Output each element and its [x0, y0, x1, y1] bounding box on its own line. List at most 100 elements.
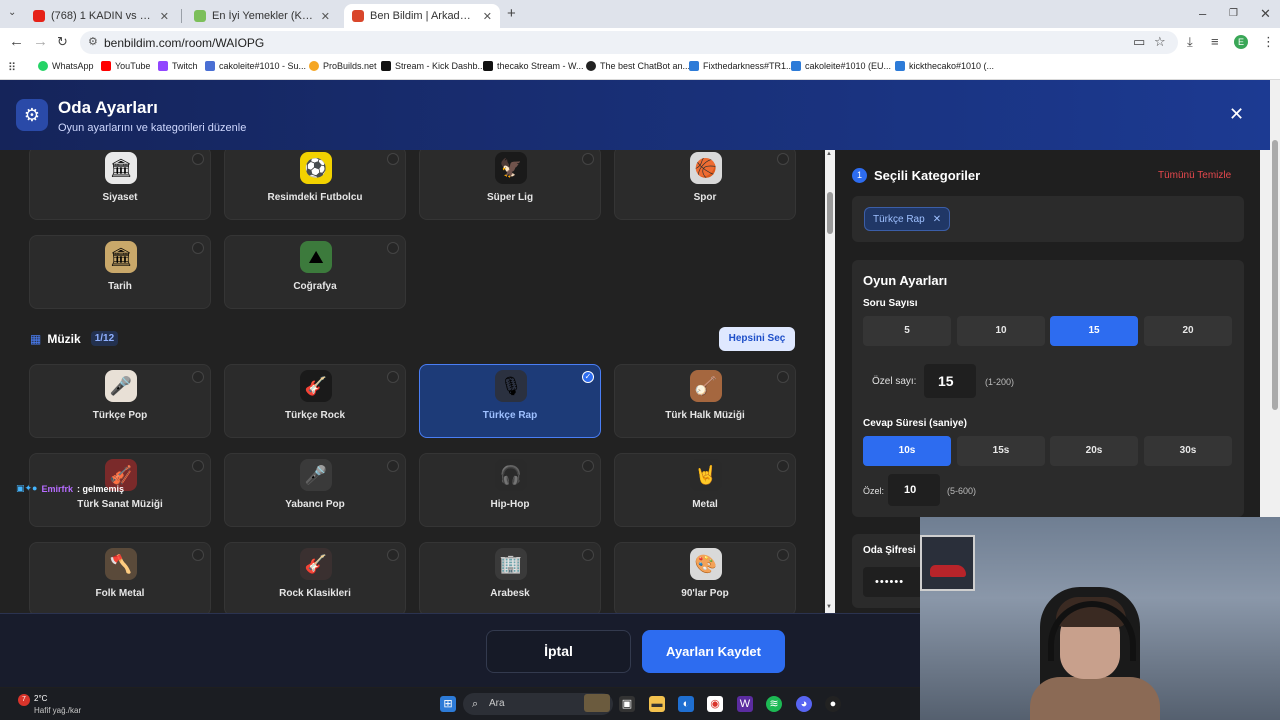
bookmark-kick-dashboard[interactable]: Stream - Kick Dashb...: [381, 61, 485, 71]
bookmark-chatbot[interactable]: The best ChatBot an...: [586, 61, 690, 71]
category-list-scrollbar[interactable]: ▲ ▼: [825, 150, 835, 613]
question-option-15[interactable]: 15: [1050, 316, 1138, 346]
menu-icon[interactable]: ⋮: [1262, 34, 1275, 50]
page-scrollbar[interactable]: [1270, 80, 1280, 520]
remove-chip-icon[interactable]: ✕: [933, 214, 941, 225]
select-radio[interactable]: [777, 460, 789, 472]
obs-icon[interactable]: ●: [825, 696, 841, 712]
forward-icon[interactable]: →: [33, 33, 48, 50]
category-card-folk-metal[interactable]: 🪓 Folk Metal: [29, 542, 211, 613]
select-radio[interactable]: [387, 242, 399, 254]
bookmark-cakoleite-eu[interactable]: cakoleite#1010 (EU...: [791, 61, 891, 71]
select-radio[interactable]: [387, 549, 399, 561]
bookmark-cakoleite[interactable]: cakoleite#1010 - Su...: [205, 61, 306, 71]
tab-search-icon[interactable]: ⌄: [8, 7, 16, 18]
time-option-30s[interactable]: 30s: [1144, 436, 1232, 466]
category-card-spor[interactable]: 🏀 Spor: [614, 150, 796, 220]
custom-time-input[interactable]: 10: [888, 474, 940, 506]
cancel-button[interactable]: İptal: [486, 630, 631, 673]
select-radio[interactable]: [192, 242, 204, 254]
back-icon[interactable]: ←: [9, 33, 24, 50]
cast-icon[interactable]: ▭: [1133, 34, 1145, 50]
select-radio[interactable]: [582, 549, 594, 561]
category-card-resimdeki-futbolcu[interactable]: ⚽ Resimdeki Futbolcu: [224, 150, 406, 220]
spotify-icon[interactable]: ≋: [766, 696, 782, 712]
reload-icon[interactable]: ↻: [57, 34, 68, 50]
select-radio[interactable]: [582, 153, 594, 165]
select-radio[interactable]: [192, 371, 204, 383]
search-highlight-icon[interactable]: [584, 694, 610, 712]
window-close-icon[interactable]: ✕: [1260, 6, 1271, 22]
chrome-icon[interactable]: ◉: [707, 696, 723, 712]
download-icon[interactable]: ⤓: [1187, 34, 1193, 50]
select-radio[interactable]: [582, 460, 594, 472]
new-tab-icon[interactable]: +: [507, 5, 516, 22]
select-radio[interactable]: [387, 460, 399, 472]
category-card-yabanci-pop[interactable]: 🎤 Yabancı Pop: [224, 453, 406, 527]
app-w-icon[interactable]: W: [737, 696, 753, 712]
close-tab-icon[interactable]: ✕: [160, 10, 169, 23]
select-radio[interactable]: [777, 153, 789, 165]
scrollbar-thumb[interactable]: [1272, 140, 1278, 410]
category-card-turkce-pop[interactable]: 🎤 Türkçe Pop: [29, 364, 211, 438]
bookmark-whatsapp[interactable]: WhatsApp: [38, 61, 94, 71]
windows-start-icon[interactable]: ⊞: [440, 696, 456, 712]
category-chip[interactable]: Türkçe Rap ✕: [864, 207, 951, 231]
settings-scrollbar[interactable]: [1260, 150, 1270, 520]
restore-icon[interactable]: ❐: [1229, 8, 1238, 19]
bookmark-fixthedarkness[interactable]: Fixthedarkness#TR1...: [689, 61, 794, 71]
edge-icon[interactable]: ◐: [678, 696, 694, 712]
select-radio[interactable]: [777, 371, 789, 383]
time-option-10s[interactable]: 10s: [863, 436, 951, 466]
address-bar[interactable]: ⚙ benbildim.com/room/WAIOPG: [80, 31, 1178, 54]
close-tab-icon[interactable]: ✕: [483, 10, 492, 23]
select-radio[interactable]: [777, 549, 789, 561]
scrollbar-thumb[interactable]: [827, 192, 833, 234]
file-explorer-icon[interactable]: ▬: [649, 696, 665, 712]
category-card-arabesk[interactable]: 🏢 Arabesk: [419, 542, 601, 613]
bookmark-youtube[interactable]: YouTube: [101, 61, 150, 71]
time-option-20s[interactable]: 20s: [1050, 436, 1138, 466]
bookmark-star-icon[interactable]: ☆: [1154, 34, 1166, 50]
category-card-metal[interactable]: 🤘 Metal: [614, 453, 796, 527]
category-card-90lar-pop[interactable]: 🎨 90'lar Pop: [614, 542, 796, 613]
discord-icon[interactable]: ◕: [796, 696, 812, 712]
site-info-icon[interactable]: ⚙: [88, 35, 98, 48]
bookmark-kickthecako[interactable]: kickthecako#1010 (...: [895, 61, 994, 71]
save-settings-button[interactable]: Ayarları Kaydet: [642, 630, 785, 673]
category-card-cografya[interactable]: ⛰ Coğrafya: [224, 235, 406, 309]
minimize-icon[interactable]: –: [1199, 6, 1206, 21]
bookmark-twitch[interactable]: Twitch: [158, 61, 198, 71]
category-card-turkce-rap[interactable]: 🎙 Türkçe Rap ✓: [419, 364, 601, 438]
task-view-icon[interactable]: ▣: [619, 696, 635, 712]
bookmark-thecako-stream[interactable]: thecako Stream - W...: [483, 61, 584, 71]
select-radio[interactable]: [192, 153, 204, 165]
close-tab-icon[interactable]: ✕: [321, 10, 330, 23]
select-radio[interactable]: [387, 371, 399, 383]
category-card-super-lig[interactable]: 🦅 Süper Lig: [419, 150, 601, 220]
bookmark-probuilds[interactable]: ProBuilds.net: [309, 61, 377, 71]
question-option-5[interactable]: 5: [863, 316, 951, 346]
browser-tab-2[interactable]: En İyi Yemekler (Karışık) - Tier L ✕: [186, 4, 338, 28]
select-radio[interactable]: [192, 460, 204, 472]
select-radio[interactable]: [192, 549, 204, 561]
category-card-turkce-rock[interactable]: 🎸 Türkçe Rock: [224, 364, 406, 438]
category-card-hip-hop[interactable]: 🎧 Hip-Hop: [419, 453, 601, 527]
browser-tab-1[interactable]: (768) 1 KADIN vs 5 ERKEK| KIYA ✕: [25, 4, 177, 28]
clear-all-button[interactable]: Tümünü Temizle: [1158, 170, 1231, 181]
apps-grid-icon[interactable]: ⠿: [8, 61, 16, 74]
category-card-turk-halk-muzigi[interactable]: 🪕 Türk Halk Müziği: [614, 364, 796, 438]
time-option-15s[interactable]: 15s: [957, 436, 1045, 466]
checkmark-icon[interactable]: ✓: [582, 371, 594, 383]
category-card-siyaset[interactable]: 🏛 Siyaset: [29, 150, 211, 220]
close-icon[interactable]: ✕: [1229, 104, 1244, 125]
question-option-20[interactable]: 20: [1144, 316, 1232, 346]
question-option-10[interactable]: 10: [957, 316, 1045, 346]
media-icon[interactable]: ≡: [1211, 34, 1219, 49]
select-radio[interactable]: [387, 153, 399, 165]
profile-avatar[interactable]: E: [1234, 35, 1248, 49]
scroll-down-icon[interactable]: ▼: [826, 604, 832, 610]
category-card-rock-klasikleri[interactable]: 🎸 Rock Klasikleri: [224, 542, 406, 613]
category-card-tarih[interactable]: 🏛 Tarih: [29, 235, 211, 309]
select-all-button[interactable]: Hepsini Seç: [719, 327, 795, 351]
